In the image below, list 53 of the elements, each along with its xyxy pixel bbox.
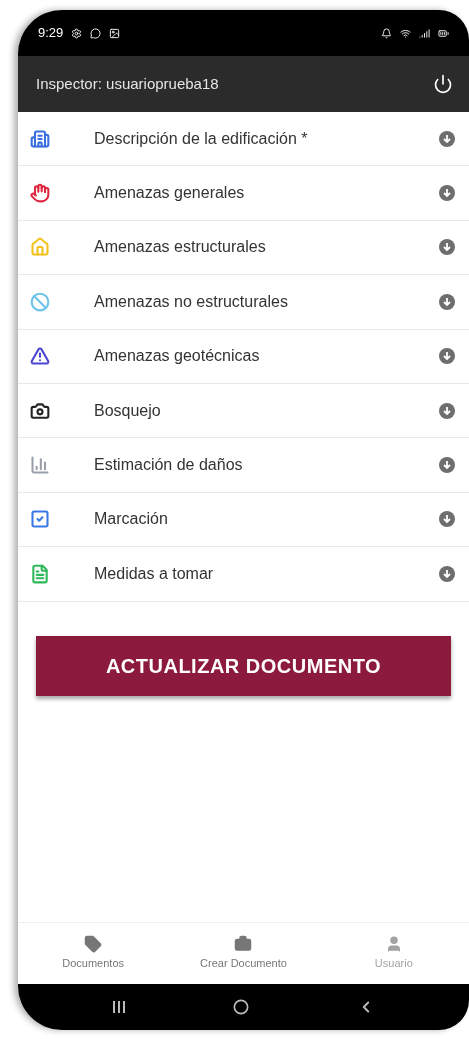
battery-icon [438, 27, 449, 39]
bar-chart-icon [30, 455, 50, 476]
section-label: Estimación de daños [94, 455, 244, 476]
status-time: 9:29 [38, 24, 64, 43]
expand-icon [439, 185, 455, 202]
warning-icon [30, 346, 50, 367]
briefcase-icon [234, 935, 253, 954]
header-title: Inspector: usuarioprueba18 [36, 73, 220, 94]
section-row[interactable]: Amenazas no estructurales [18, 275, 469, 330]
tag-icon [84, 935, 103, 954]
building-icon [30, 128, 50, 149]
section-row[interactable]: Descripción de la edificación * [18, 112, 469, 167]
document-icon [30, 563, 50, 584]
section-label: Bosquejo [94, 400, 162, 421]
camera-icon [30, 400, 50, 421]
expand-icon [439, 239, 455, 256]
update-document-button[interactable]: ACTUALIZAR DOCUMENTO [36, 635, 451, 696]
image-icon [109, 27, 121, 39]
section-label: Descripción de la edificación * [94, 128, 309, 149]
section-label: Amenazas generales [94, 183, 246, 204]
expand-icon [439, 293, 455, 310]
bell-icon [381, 27, 392, 39]
section-label: Amenazas estructurales [94, 237, 267, 258]
tab-item[interactable]: Documentos [18, 935, 169, 972]
expand-icon [439, 130, 455, 147]
expand-icon [439, 457, 455, 474]
section-row[interactable]: Bosquejo [18, 383, 469, 439]
signal-icon [419, 27, 430, 39]
tab-item[interactable]: Crear Documento [168, 935, 319, 972]
section-row[interactable]: Medidas a tomar [18, 547, 469, 602]
house-icon [30, 237, 50, 258]
section-label: Marcación [94, 509, 169, 530]
section-label: Amenazas geotécnicas [94, 346, 261, 367]
wifi-icon [400, 27, 411, 39]
prohibited-icon [30, 291, 50, 312]
section-row[interactable]: Amenazas generales [18, 166, 469, 221]
hand-icon [30, 183, 50, 204]
expand-icon [439, 348, 455, 365]
power-button[interactable] [433, 74, 453, 94]
section-row[interactable]: Amenazas estructurales [18, 220, 469, 276]
settings-icon [71, 27, 83, 39]
recent-apps-icon[interactable] [111, 1000, 126, 1014]
section-row[interactable]: Marcación [18, 492, 469, 548]
expand-icon [439, 402, 455, 419]
home-icon[interactable] [233, 999, 250, 1015]
expand-icon [439, 511, 455, 528]
section-label: Amenazas no estructurales [94, 291, 289, 312]
expand-icon [439, 565, 455, 582]
message-icon [90, 27, 102, 39]
checkbox-icon [30, 509, 50, 530]
section-label: Medidas a tomar [94, 563, 215, 584]
section-row[interactable]: Estimación de daños [18, 438, 469, 493]
section-row[interactable]: Amenazas geotécnicas [18, 329, 469, 384]
